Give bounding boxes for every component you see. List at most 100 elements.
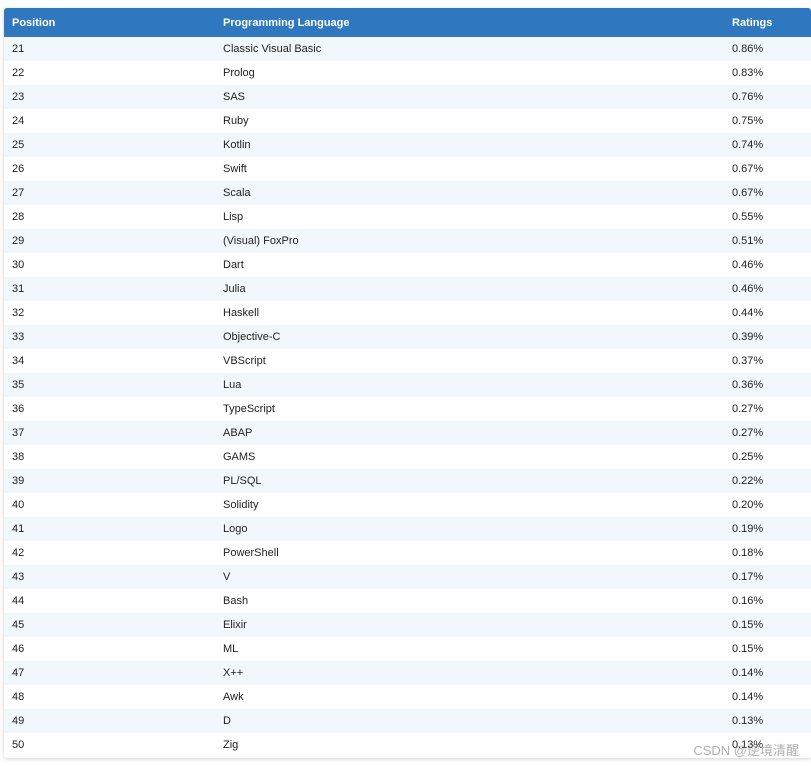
table-row: 34 VBScript 0.37% [4, 349, 811, 373]
cell-rating: 0.20% [732, 499, 764, 511]
cell-language: GAMS [223, 451, 256, 463]
table-body: 21 Classic Visual Basic 0.86% 22 Prolog 0.83%… [4, 37, 811, 757]
cell-rating: 0.15% [732, 643, 764, 655]
column-header-position: Position [12, 16, 56, 29]
cell-language: Haskell [223, 307, 260, 319]
header-row: Position Programming Language Ratings [4, 8, 811, 37]
cell-position: 32 [12, 307, 25, 319]
cell-position: 49 [12, 715, 25, 727]
table-row: 39 PL/SQL 0.22% [4, 469, 811, 493]
cell-language: (Visual) FoxPro [223, 235, 299, 247]
cell-position: 25 [12, 139, 25, 151]
cell-rating: 0.76% [732, 91, 764, 103]
cell-language: Kotlin [223, 139, 251, 151]
cell-rating: 0.27% [732, 403, 764, 415]
table-row: 41 Logo 0.19% [4, 517, 811, 541]
table-row: 50 Zig 0.13% [4, 733, 811, 757]
table-row: 31 Julia 0.46% [4, 277, 811, 301]
cell-language: ML [223, 643, 239, 655]
cell-language: Elixir [223, 619, 247, 631]
table-row: 46 ML 0.15% [4, 637, 811, 661]
cell-language: Logo [223, 523, 248, 535]
cell-rating: 0.44% [732, 307, 764, 319]
cell-language: Objective-C [223, 331, 281, 343]
cell-rating: 0.46% [732, 283, 764, 295]
table-row: 30 Dart 0.46% [4, 253, 811, 277]
cell-position: 28 [12, 211, 25, 223]
cell-rating: 0.46% [732, 259, 764, 271]
table-row: 49 D 0.13% [4, 709, 811, 733]
column-header-language: Programming Language [223, 16, 350, 29]
cell-language: Prolog [223, 67, 255, 79]
cell-rating: 0.19% [732, 523, 764, 535]
cell-position: 33 [12, 331, 25, 343]
cell-rating: 0.25% [732, 451, 764, 463]
cell-position: 48 [12, 691, 25, 703]
table-row: 44 Bash 0.16% [4, 589, 811, 613]
cell-position: 40 [12, 499, 25, 511]
table-row: 43 V 0.17% [4, 565, 811, 589]
table-row: 26 Swift 0.67% [4, 157, 811, 181]
cell-rating: 0.36% [732, 379, 764, 391]
cell-rating: 0.14% [732, 691, 764, 703]
table-row: 33 Objective-C 0.39% [4, 325, 811, 349]
cell-position: 35 [12, 379, 25, 391]
column-header-ratings: Ratings [732, 16, 773, 29]
table-header: Position Programming Language Ratings [4, 8, 811, 37]
cell-language: Lua [223, 379, 242, 391]
cell-language: Solidity [223, 499, 259, 511]
cell-rating: 0.15% [732, 619, 764, 631]
cell-position: 39 [12, 475, 25, 487]
cell-rating: 0.55% [732, 211, 764, 223]
cell-language: Bash [223, 595, 249, 607]
table-row: 24 Ruby 0.75% [4, 109, 811, 133]
cell-position: 31 [12, 283, 25, 295]
cell-rating: 0.17% [732, 571, 764, 583]
table-row: 36 TypeScript 0.27% [4, 397, 811, 421]
table-row: 37 ABAP 0.27% [4, 421, 811, 445]
cell-rating: 0.14% [732, 667, 764, 679]
cell-position: 50 [12, 739, 25, 751]
table-row: 23 SAS 0.76% [4, 85, 811, 109]
table-row: 29 (Visual) FoxPro 0.51% [4, 229, 811, 253]
table-row: 38 GAMS 0.25% [4, 445, 811, 469]
cell-rating: 0.86% [732, 43, 764, 55]
ratings-table-container: Position Programming Language Ratings 21… [4, 8, 811, 758]
cell-position: 44 [12, 595, 25, 607]
watermark: CSDN @逆境清醒 [693, 743, 799, 758]
table-row: 22 Prolog 0.83% [4, 61, 811, 85]
cell-rating: 0.51% [732, 235, 764, 247]
cell-rating: 0.67% [732, 163, 764, 175]
cell-position: 24 [12, 115, 25, 127]
cell-rating: 0.37% [732, 355, 764, 367]
table-row: 32 Haskell 0.44% [4, 301, 811, 325]
cell-language: SAS [223, 91, 246, 103]
cell-rating: 0.18% [732, 547, 764, 559]
cell-language: PL/SQL [223, 475, 262, 487]
table-row: 27 Scala 0.67% [4, 181, 811, 205]
cell-language: Scala [223, 187, 251, 199]
cell-language: TypeScript [223, 403, 275, 415]
table-row: 47 X++ 0.14% [4, 661, 811, 685]
cell-rating: 0.13% [732, 715, 764, 727]
cell-position: 37 [12, 427, 25, 439]
cell-position: 43 [12, 571, 25, 583]
table-row: 48 Awk 0.14% [4, 685, 811, 709]
cell-position: 26 [12, 163, 25, 175]
cell-rating: 0.75% [732, 115, 764, 127]
cell-language: Julia [223, 283, 246, 295]
cell-rating: 0.16% [732, 595, 764, 607]
cell-rating: 0.27% [732, 427, 764, 439]
cell-language: D [223, 715, 231, 727]
cell-position: 22 [12, 67, 25, 79]
cell-position: 23 [12, 91, 25, 103]
cell-language: Classic Visual Basic [223, 43, 322, 55]
cell-position: 47 [12, 667, 25, 679]
cell-rating: 0.22% [732, 475, 764, 487]
cell-position: 41 [12, 523, 25, 535]
cell-position: 21 [12, 43, 25, 55]
page: Position Programming Language Ratings 21… [0, 0, 811, 766]
table-row: 25 Kotlin 0.74% [4, 133, 811, 157]
cell-position: 36 [12, 403, 25, 415]
cell-language: Swift [223, 163, 247, 175]
